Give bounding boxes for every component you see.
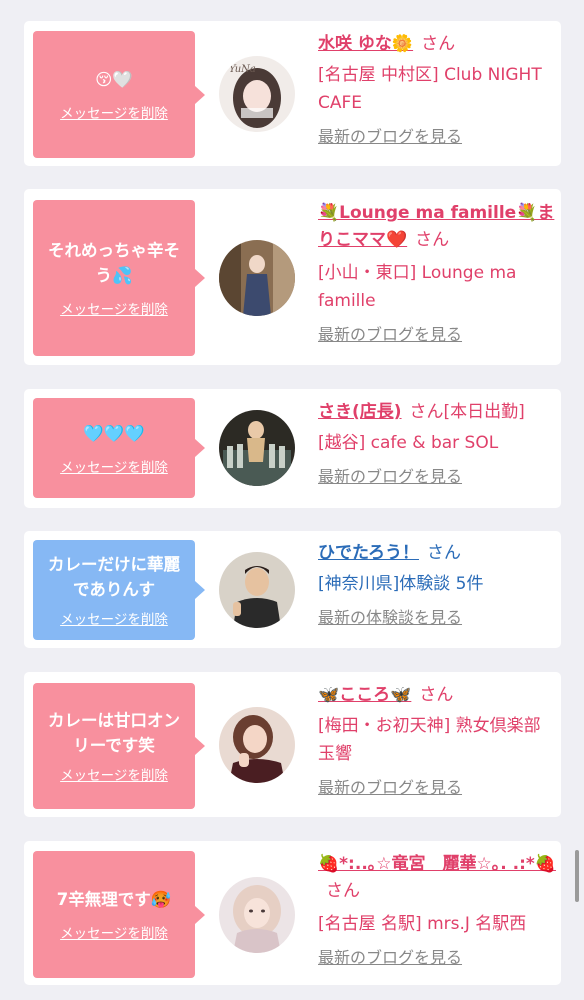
sender-info: 🦋こころ🦋 さん [梅田・お初天神] 熟女倶楽部 玉響 最新のブログを見る xyxy=(318,681,558,800)
avatar[interactable] xyxy=(219,707,295,783)
sender-info: さき(店長) さん[本日出勤] [越谷] cafe & bar SOL 最新のブロ… xyxy=(318,398,558,489)
message-text: それめっちゃ辛そう💦 xyxy=(48,241,180,285)
message-bubble: カレーは甘口オンリーです笑 メッセージを削除 xyxy=(33,683,205,809)
sender-location: [越谷] cafe & bar SOL xyxy=(318,433,499,453)
status-tag: [本日出勤] xyxy=(443,402,525,422)
latest-blog-link[interactable]: 最新のブログを見る xyxy=(318,776,558,800)
message-card: それめっちゃ辛そう💦 メッセージを削除 💐Lounge ma famille💐ま… xyxy=(24,189,561,365)
avatar-photo xyxy=(219,240,295,316)
message-text: カレーだけに華麗でありんす xyxy=(48,555,180,599)
message-text: カレーは甘口オンリーです笑 xyxy=(48,711,180,755)
honorific: さん xyxy=(421,34,456,54)
delete-message-link[interactable]: メッセージを削除 xyxy=(60,102,168,122)
message-bubble: 😚🤍 メッセージを削除 xyxy=(33,31,205,158)
latest-blog-link[interactable]: 最新のブログを見る xyxy=(318,946,558,970)
avatar-photo: YuNa xyxy=(219,56,295,132)
avatar-photo xyxy=(219,877,295,953)
sender-location: [名古屋 中村区] Club NIGHT CAFE xyxy=(318,65,542,113)
sender-name-link[interactable]: ひでたろう！ xyxy=(318,543,419,563)
avatar[interactable] xyxy=(219,552,295,628)
delete-message-link[interactable]: メッセージを削除 xyxy=(60,456,168,476)
avatar[interactable] xyxy=(219,877,295,953)
avatar-overlay-text: YuNa xyxy=(229,64,256,75)
latest-blog-link[interactable]: 最新のブログを見る xyxy=(318,125,558,149)
message-card: 😚🤍 メッセージを削除 YuNa 水咲 ゆな🌼 さん [名古屋 中村区] Club… xyxy=(24,21,561,166)
honorific: さん xyxy=(426,543,461,563)
honorific: さん xyxy=(415,230,450,250)
delete-message-link[interactable]: メッセージを削除 xyxy=(60,298,168,318)
scrollbar[interactable] xyxy=(575,850,579,902)
message-text: 7辛無理です🥵 xyxy=(56,890,172,909)
avatar[interactable] xyxy=(219,240,295,316)
message-bubble: 7辛無理です🥵 メッセージを削除 xyxy=(33,851,205,978)
avatar-photo xyxy=(219,707,295,783)
avatar-photo xyxy=(219,552,295,628)
sender-info: 水咲 ゆな🌼 さん [名古屋 中村区] Club NIGHT CAFE 最新のブロ… xyxy=(318,30,558,149)
latest-blog-link[interactable]: 最新のブログを見る xyxy=(318,323,558,347)
honorific: さん xyxy=(409,402,444,422)
message-card: 7辛無理です🥵 メッセージを削除 🍓*:..｡☆竜宮 麗華☆｡. .:*🍓 さん … xyxy=(24,841,561,985)
sender-info: 💐Lounge ma famille💐まりこママ❤️ さん [小山・東口] Lou… xyxy=(318,200,558,347)
sender-location: [小山・東口] Lounge ma famille xyxy=(318,263,517,311)
message-bubble: 🩵🩵🩵 メッセージを削除 xyxy=(33,398,205,498)
avatar-photo xyxy=(219,410,295,486)
sender-location: [神奈川県]体験談 5件 xyxy=(318,574,484,594)
sender-location: [梅田・お初天神] 熟女倶楽部 玉響 xyxy=(318,716,541,764)
message-text: 🩵🩵🩵 xyxy=(83,423,145,443)
sender-name-link[interactable]: さき(店長) xyxy=(318,402,402,422)
sender-info: ひでたろう！ さん [神奈川県]体験談 5件 最新の体験談を見る xyxy=(318,539,558,630)
delete-message-link[interactable]: メッセージを削除 xyxy=(60,922,168,942)
avatar[interactable] xyxy=(219,410,295,486)
honorific: さん xyxy=(419,685,454,705)
sender-name-link[interactable]: 水咲 ゆな🌼 xyxy=(318,34,413,54)
sender-name-link[interactable]: 🍓*:..｡☆竜宮 麗華☆｡. .:*🍓 xyxy=(318,854,556,874)
avatar[interactable]: YuNa xyxy=(219,56,295,132)
message-bubble: カレーだけに華麗でありんす メッセージを削除 xyxy=(33,540,205,640)
message-card: カレーだけに華麗でありんす メッセージを削除 ひでたろう！ さん [神奈川県]体験… xyxy=(24,531,561,648)
sender-location: [名古屋 名駅] mrs.J 名駅西 xyxy=(318,914,527,934)
sender-info: 🍓*:..｡☆竜宮 麗華☆｡. .:*🍓 さん [名古屋 名駅] mrs.J 名駅… xyxy=(318,851,558,970)
delete-message-link[interactable]: メッセージを削除 xyxy=(60,608,168,628)
sender-name-link[interactable]: 🦋こころ🦋 xyxy=(318,685,411,705)
message-text: 😚🤍 xyxy=(95,70,133,89)
honorific: さん xyxy=(326,881,360,901)
message-card: カレーは甘口オンリーです笑 メッセージを削除 🦋こころ🦋 さん [梅田・お初天神]… xyxy=(24,672,561,817)
latest-blog-link[interactable]: 最新のブログを見る xyxy=(318,465,558,489)
message-card: 🩵🩵🩵 メッセージを削除 さき(店長) さん[本日出勤] [越谷] cafe & … xyxy=(24,389,561,508)
latest-review-link[interactable]: 最新の体験談を見る xyxy=(318,606,558,630)
delete-message-link[interactable]: メッセージを削除 xyxy=(60,764,168,784)
message-bubble: それめっちゃ辛そう💦 メッセージを削除 xyxy=(33,200,205,356)
